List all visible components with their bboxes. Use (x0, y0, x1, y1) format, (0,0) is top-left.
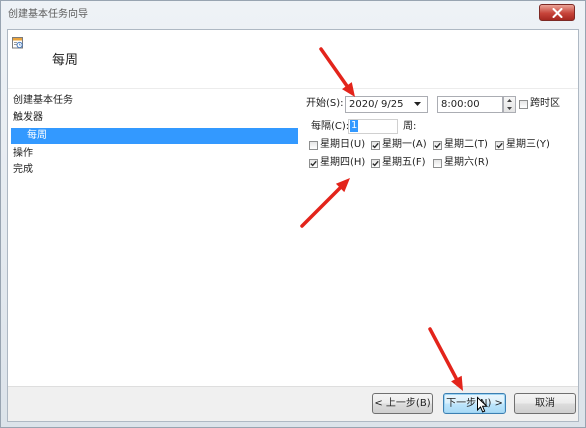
page-title: 每周 (52, 53, 79, 68)
recur-unit-label: 周: (403, 121, 417, 132)
step-label: 触发器 (13, 112, 43, 123)
step-trigger: 触发器 (11, 110, 298, 126)
checkmark-icon (310, 160, 317, 167)
spin-up-button[interactable] (504, 97, 515, 104)
label-friday[interactable]: 星期五(F) (382, 157, 426, 169)
label-tuesday[interactable]: 星期二(T) (444, 139, 488, 151)
close-icon (552, 8, 563, 18)
checkbox-friday[interactable] (371, 159, 380, 168)
start-date-picker[interactable]: 2020/ 9/25 (345, 96, 428, 113)
checkbox-thursday[interactable] (309, 159, 318, 168)
checkbox-monday[interactable] (371, 141, 380, 150)
checkbox-tuesday[interactable] (433, 141, 442, 150)
label-wednesday[interactable]: 星期三(Y) (506, 139, 550, 151)
checkmark-icon (434, 142, 441, 149)
step-weekly: 每周 (11, 128, 298, 144)
recur-label: 每隔(C): (311, 121, 350, 132)
close-button[interactable] (539, 4, 575, 21)
label-thursday[interactable]: 星期四(H) (320, 157, 365, 169)
step-label: 每周 (27, 130, 47, 141)
label-monday[interactable]: 星期一(A) (382, 139, 427, 151)
step-create-basic-task: 创建基本任务 (11, 93, 298, 109)
label-sunday[interactable]: 星期日(U) (320, 139, 365, 151)
checkmark-icon (372, 160, 379, 167)
sync-timezone-checkbox[interactable] (519, 100, 528, 109)
back-button[interactable]: < 上一步(B) (372, 393, 433, 414)
step-action: 操作 (11, 146, 298, 162)
sync-timezone-label[interactable]: 跨时区 (530, 98, 560, 110)
task-scheduler-icon (12, 37, 23, 49)
step-label: 操作 (13, 148, 33, 159)
checkbox-saturday[interactable] (433, 159, 442, 168)
step-label: 完成 (13, 164, 33, 175)
checkbox-wednesday[interactable] (495, 141, 504, 150)
checkmark-icon (372, 142, 379, 149)
label-saturday[interactable]: 星期六(R) (444, 157, 489, 169)
start-time-value: 8:00:00 (441, 99, 480, 110)
chevron-down-icon[interactable] (414, 102, 421, 106)
chevron-down-icon (507, 107, 512, 110)
start-date-value: 2020/ 9/25 (349, 99, 404, 110)
start-time-input[interactable]: 8:00:00 (437, 96, 503, 113)
checkbox-sunday[interactable] (309, 141, 318, 150)
spin-down-button[interactable] (504, 105, 515, 112)
start-label: 开始(S): (306, 98, 344, 109)
next-button[interactable]: 下一步(N) > (443, 393, 506, 414)
header-divider (8, 88, 578, 89)
checkmark-icon (496, 142, 503, 149)
chevron-up-icon (507, 99, 512, 102)
cancel-button[interactable]: 取消 (514, 393, 576, 414)
recur-interval-value: 1 (350, 120, 359, 132)
step-label: 创建基本任务 (13, 95, 73, 106)
step-finish: 完成 (11, 162, 298, 178)
time-spinner[interactable] (503, 96, 516, 113)
window-title: 创建基本任务向导 (8, 9, 88, 20)
recur-interval-input[interactable]: 1 (348, 119, 398, 134)
